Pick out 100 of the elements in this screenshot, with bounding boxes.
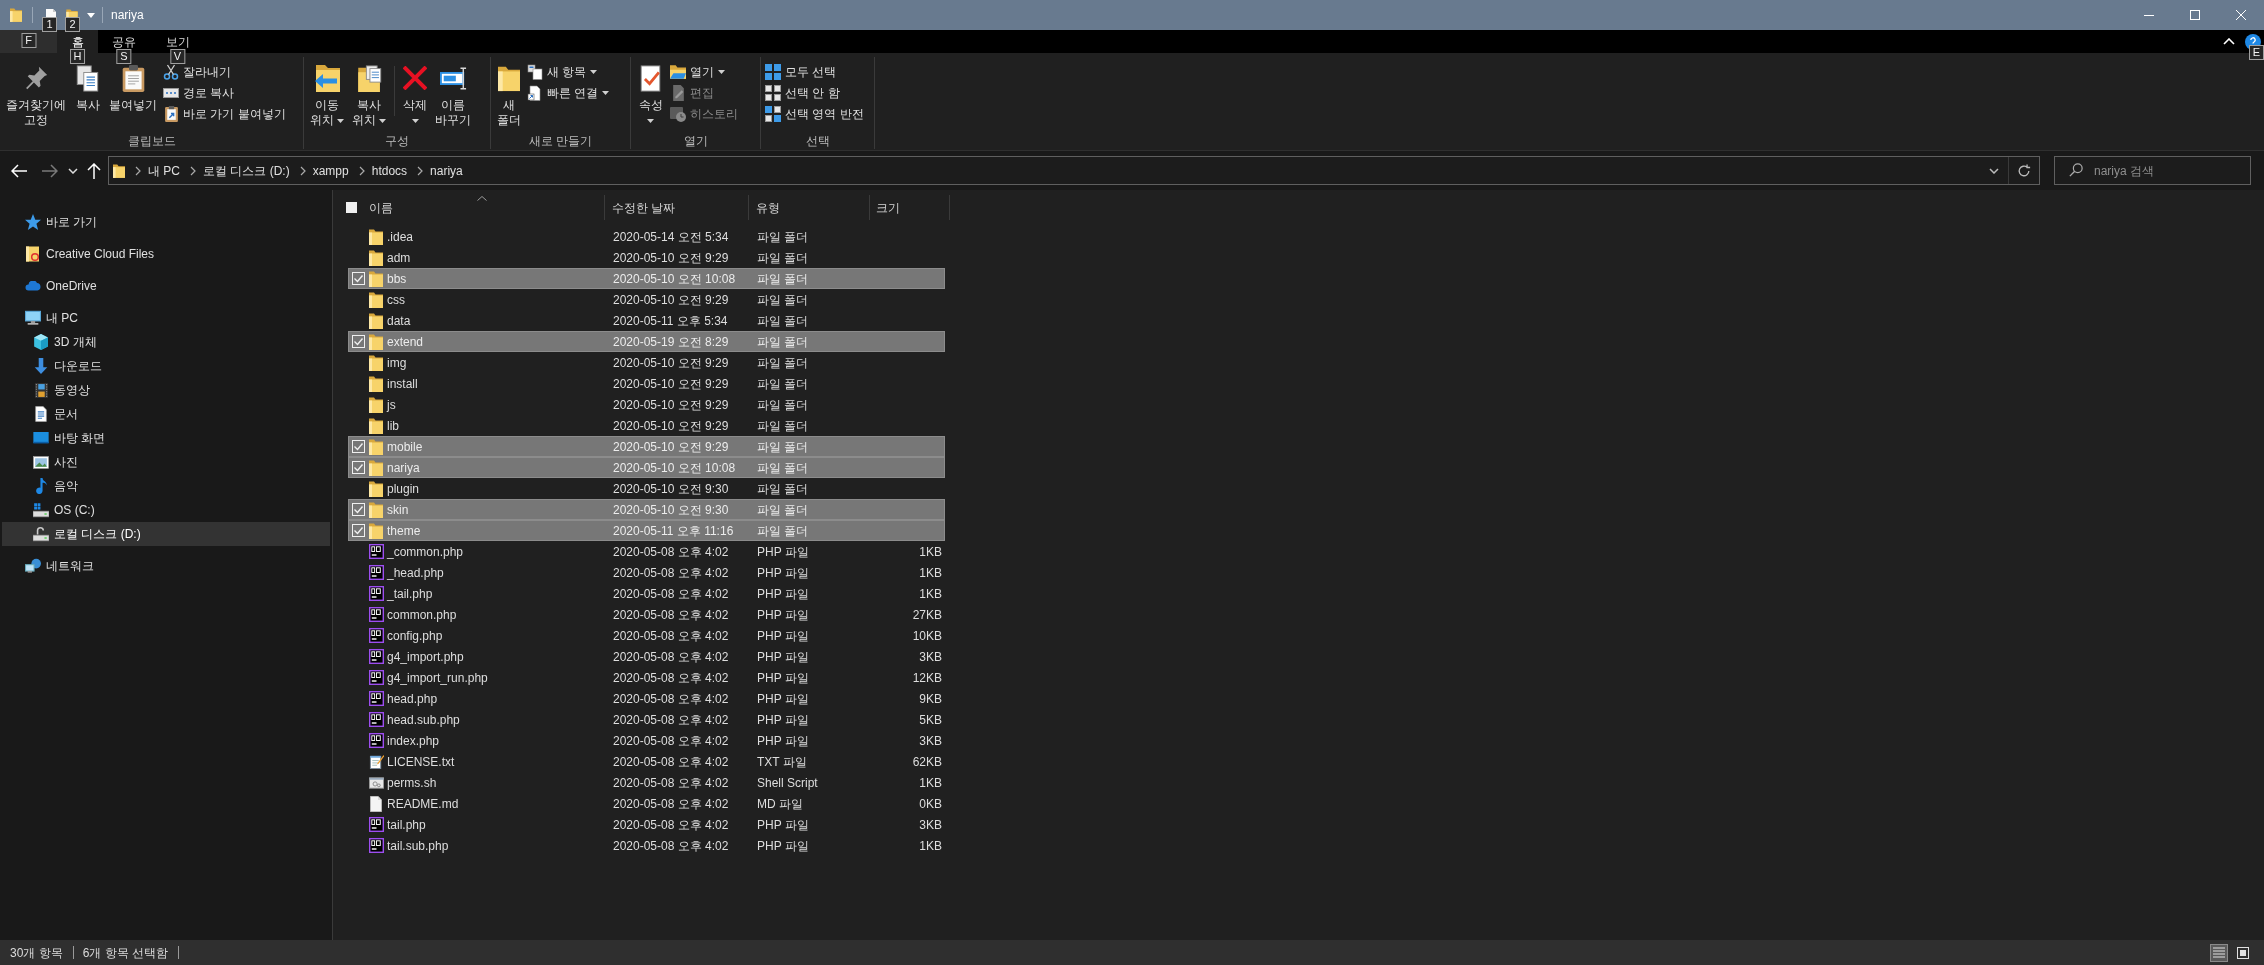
- file-name: head.php: [387, 690, 438, 708]
- file-type: 파일 폴더: [757, 459, 809, 477]
- modified-date: 2020-05-08 오후 4:02: [613, 669, 729, 687]
- file-type: 파일 폴더: [757, 417, 809, 435]
- modified-date: 2020-05-08 오후 4:02: [613, 585, 729, 603]
- file-name: theme: [387, 522, 421, 540]
- file-name: img: [387, 354, 407, 372]
- file-type: PHP 파일: [757, 837, 809, 855]
- file-type: 파일 폴더: [757, 312, 809, 330]
- file-type: MD 파일: [757, 795, 803, 813]
- file-type: PHP 파일: [757, 606, 809, 624]
- file-type: 파일 폴더: [757, 291, 809, 309]
- file-size: 3KB: [919, 816, 942, 834]
- modified-date: 2020-05-08 오후 4:02: [613, 774, 729, 792]
- file-type: 파일 폴더: [757, 438, 809, 456]
- modified-date: 2020-05-10 오전 9:29: [613, 396, 729, 414]
- modified-date: 2020-05-11 오후 11:16: [613, 522, 734, 540]
- file-size: 1KB: [919, 564, 942, 582]
- modified-date: 2020-05-10 오전 10:08: [613, 270, 736, 288]
- file-type: PHP 파일: [757, 669, 809, 687]
- file-name: _tail.php: [387, 585, 433, 603]
- file-type: PHP 파일: [757, 543, 809, 561]
- file-name: README.md: [387, 795, 459, 813]
- file-name: nariya: [387, 459, 420, 477]
- file-name: tail.php: [387, 816, 426, 834]
- file-type: 파일 폴더: [757, 396, 809, 414]
- file-name: tail.sub.php: [387, 837, 449, 855]
- modified-date: 2020-05-08 오후 4:02: [613, 690, 729, 708]
- file-name: plugin: [387, 480, 420, 498]
- file-size: 62KB: [912, 753, 942, 771]
- file-name: LICENSE.txt: [387, 753, 455, 771]
- group-label: 새로 만들기: [528, 134, 593, 149]
- modified-date: 2020-05-08 오후 4:02: [613, 543, 729, 561]
- group-label: 클립보드: [127, 134, 176, 149]
- file-name: config.php: [387, 627, 443, 645]
- modified-date: 2020-05-08 오후 4:02: [613, 732, 729, 750]
- file-name: common.php: [387, 606, 457, 624]
- modified-date: 2020-05-08 오후 4:02: [613, 711, 729, 729]
- keytip-tooltip: S: [116, 49, 132, 64]
- file-name: index.php: [387, 732, 440, 750]
- modified-date: 2020-05-08 오후 4:02: [613, 837, 729, 855]
- file-size: 1KB: [919, 774, 942, 792]
- file-type: 파일 폴더: [757, 333, 809, 351]
- file-type: 파일 폴더: [757, 501, 809, 519]
- window-title: nariya: [111, 7, 144, 24]
- modified-date: 2020-05-10 오전 9:30: [613, 480, 729, 498]
- file-type: 파일 폴더: [757, 249, 809, 267]
- file-type: 파일 폴더: [757, 480, 809, 498]
- file-name: data: [387, 312, 411, 330]
- file-name: _common.php: [387, 543, 464, 561]
- modified-date: 2020-05-19 오전 8:29: [613, 333, 729, 351]
- modified-date: 2020-05-08 오후 4:02: [613, 816, 729, 834]
- item-count: 30개 항목: [10, 944, 63, 962]
- file-size: 1KB: [919, 543, 942, 561]
- file-name: perms.sh: [387, 774, 437, 792]
- group-label: 구성: [385, 134, 409, 149]
- file-size: 12KB: [912, 669, 942, 687]
- file-name: bbs: [387, 270, 407, 288]
- modified-date: 2020-05-14 오전 5:34: [613, 228, 729, 246]
- file-name: _head.php: [387, 564, 444, 582]
- keytip-tooltip: E: [2248, 45, 2264, 60]
- file-type: PHP 파일: [757, 648, 809, 666]
- file-size: 9KB: [919, 690, 942, 708]
- modified-date: 2020-05-10 오전 9:29: [613, 291, 729, 309]
- file-size: 5KB: [919, 711, 942, 729]
- file-name: mobile: [387, 438, 423, 456]
- file-name: install: [387, 375, 418, 393]
- file-size: 27KB: [912, 606, 942, 624]
- modified-date: 2020-05-08 오후 4:02: [613, 564, 729, 582]
- file-type: PHP 파일: [757, 732, 809, 750]
- modified-date: 2020-05-10 오전 10:08: [613, 459, 736, 477]
- file-size: 1KB: [919, 837, 942, 855]
- modified-date: 2020-05-08 오후 4:02: [613, 753, 729, 771]
- modified-date: 2020-05-10 오전 9:29: [613, 417, 729, 435]
- group-label: 열기: [683, 134, 708, 149]
- file-type: PHP 파일: [757, 816, 809, 834]
- file-size: 3KB: [919, 732, 942, 750]
- file-name: .idea: [387, 228, 414, 246]
- file-name: g4_import.php: [387, 648, 464, 666]
- modified-date: 2020-05-10 오전 9:29: [613, 249, 729, 267]
- file-type: 파일 폴더: [757, 270, 809, 288]
- modified-date: 2020-05-08 오후 4:02: [613, 648, 729, 666]
- file-name: skin: [387, 501, 409, 519]
- keytip-tooltip: F: [21, 33, 36, 48]
- file-name: head.sub.php: [387, 711, 460, 729]
- file-name: lib: [387, 417, 399, 435]
- file-type: 파일 폴더: [757, 228, 809, 246]
- file-type: Shell Script: [757, 774, 818, 792]
- file-type: PHP 파일: [757, 711, 809, 729]
- keytip-tooltip: 2: [65, 17, 80, 32]
- file-type: 파일 폴더: [757, 375, 809, 393]
- group-label: 선택: [805, 134, 830, 149]
- modified-date: 2020-05-10 오전 9:29: [613, 438, 729, 456]
- file-type: TXT 파일: [757, 753, 807, 771]
- modified-date: 2020-05-10 오전 9:30: [613, 501, 729, 519]
- file-size: 10KB: [912, 627, 942, 645]
- file-name: css: [387, 291, 405, 309]
- file-name: adm: [387, 249, 411, 267]
- file-name: extend: [387, 333, 424, 351]
- selection-count: 6개 항목 선택함: [82, 944, 169, 962]
